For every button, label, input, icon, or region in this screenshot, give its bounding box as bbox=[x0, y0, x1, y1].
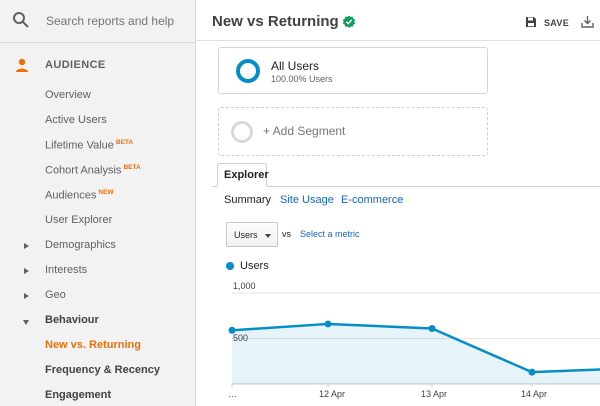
sidebar-item-frequency-recency[interactable]: Frequency & Recency bbox=[0, 360, 195, 384]
sidebar-item-label: Behaviour bbox=[45, 314, 99, 326]
sidebar: Search reports and help AUDIENCE Overvie… bbox=[0, 0, 196, 406]
y-tick-label: 500 bbox=[233, 333, 249, 343]
add-segment-label: + Add Segment bbox=[263, 124, 346, 138]
sidebar-item-label: Overview bbox=[45, 89, 91, 101]
legend-label: Users bbox=[240, 260, 269, 272]
legend-marker bbox=[226, 262, 234, 270]
sidebar-item-label: User Explorer bbox=[45, 214, 113, 226]
tab-label: Explorer bbox=[224, 169, 269, 181]
search-input[interactable]: Search reports and help bbox=[46, 14, 174, 28]
data-point bbox=[528, 368, 536, 376]
save-icon[interactable] bbox=[525, 16, 537, 28]
caret-down-icon bbox=[23, 320, 29, 325]
section-title: AUDIENCE bbox=[45, 59, 106, 71]
sidebar-item-overview[interactable]: Overview bbox=[0, 85, 195, 109]
sidebar-item-label: Cohort Analysis BETA bbox=[45, 164, 141, 177]
report-header: New vs Returning SAVE bbox=[196, 0, 600, 42]
sidebar-item-label: Frequency & Recency bbox=[45, 364, 160, 376]
select-metric-link[interactable]: Select a metric bbox=[300, 229, 360, 239]
y-tick-label: 1,000 bbox=[233, 281, 256, 291]
data-point bbox=[324, 320, 332, 328]
segment-percent: 100.00% Users bbox=[271, 74, 333, 84]
data-point bbox=[428, 324, 436, 332]
line-chart: 1,000 500 … 12 Apr 13 Apr 14 Apr bbox=[196, 276, 600, 406]
subtab-ecommerce[interactable]: E-commerce bbox=[341, 194, 403, 206]
search-bar[interactable]: Search reports and help bbox=[0, 0, 195, 42]
analytics-app: Search reports and help AUDIENCE Overvie… bbox=[0, 0, 600, 406]
sidebar-item-cohort-analysis[interactable]: Cohort Analysis BETA bbox=[0, 160, 195, 184]
beta-badge: BETA bbox=[115, 139, 134, 146]
person-icon bbox=[16, 58, 28, 72]
sidebar-item-engagement[interactable]: Engagement bbox=[0, 385, 195, 406]
x-tick-label: … bbox=[228, 389, 237, 399]
divider bbox=[0, 42, 195, 43]
sidebar-item-user-explorer[interactable]: User Explorer bbox=[0, 210, 195, 234]
caret-right-icon bbox=[24, 268, 29, 274]
x-tick-label: 13 Apr bbox=[421, 389, 448, 399]
segment-ring-icon bbox=[236, 59, 260, 83]
segment-placeholder-icon bbox=[231, 121, 253, 143]
verified-check-icon bbox=[342, 15, 356, 28]
x-tick-label: 12 Apr bbox=[319, 389, 346, 399]
sidebar-item-label: Audiences NEW bbox=[45, 189, 114, 202]
subtab-summary[interactable]: Summary bbox=[224, 194, 271, 206]
sidebar-item-geo[interactable]: Geo bbox=[0, 285, 195, 309]
caret-right-icon bbox=[24, 243, 29, 249]
caret-right-icon bbox=[24, 293, 29, 299]
sidebar-item-new-vs-returning[interactable]: New vs. Returning bbox=[0, 335, 195, 359]
save-button[interactable]: SAVE bbox=[544, 18, 569, 28]
sidebar-item-active-users[interactable]: Active Users bbox=[0, 110, 195, 134]
beta-badge: BETA bbox=[123, 164, 141, 171]
sidebar-item-behaviour[interactable]: Behaviour bbox=[0, 310, 195, 334]
vs-label: vs bbox=[282, 229, 291, 239]
download-icon[interactable] bbox=[581, 15, 594, 28]
chart-canvas bbox=[228, 292, 600, 387]
new-badge: NEW bbox=[98, 189, 114, 196]
metric-dropdown[interactable]: Users bbox=[226, 222, 278, 247]
sidebar-item-label: Active Users bbox=[45, 114, 107, 126]
sidebar-item-label: Lifetime Value BETA bbox=[45, 139, 134, 152]
series-area bbox=[232, 323, 600, 384]
sidebar-item-label: Demographics bbox=[45, 239, 116, 251]
sidebar-item-lifetime-value[interactable]: Lifetime Value BETA bbox=[0, 135, 195, 159]
tab-divider bbox=[212, 186, 600, 187]
section-audience[interactable]: AUDIENCE bbox=[0, 54, 195, 76]
x-tick-label: 14 Apr bbox=[521, 389, 548, 399]
sidebar-item-audiences[interactable]: Audiences NEW bbox=[0, 185, 195, 209]
metric-dropdown-value: Users bbox=[234, 230, 258, 240]
sidebar-item-label: New vs. Returning bbox=[45, 339, 141, 351]
sidebar-item-demographics[interactable]: Demographics bbox=[0, 235, 195, 259]
segment-all-users[interactable]: All Users 100.00% Users bbox=[218, 47, 488, 94]
add-segment-button[interactable]: + Add Segment bbox=[218, 107, 488, 156]
search-icon bbox=[13, 12, 29, 28]
segment-name: All Users bbox=[271, 59, 320, 73]
sidebar-item-label: Interests bbox=[45, 264, 88, 276]
divider bbox=[196, 40, 600, 41]
tab-explorer[interactable]: Explorer bbox=[217, 163, 269, 187]
main-content: New vs Returning SAVE All Users 100.00% … bbox=[196, 0, 600, 406]
page-title: New vs Returning bbox=[212, 13, 339, 30]
sidebar-item-interests[interactable]: Interests bbox=[0, 260, 195, 284]
subtab-site-usage[interactable]: Site Usage bbox=[280, 194, 334, 206]
sidebar-item-label: Engagement bbox=[45, 389, 112, 401]
chevron-down-icon bbox=[265, 234, 271, 238]
sidebar-item-label: Geo bbox=[45, 289, 66, 301]
